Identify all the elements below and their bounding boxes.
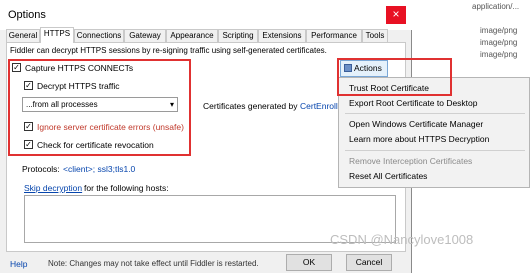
- tab-connections[interactable]: Connections: [74, 29, 124, 43]
- tab-strip: General HTTPS Connections Gateway Appear…: [6, 27, 410, 43]
- tab-performance[interactable]: Performance: [306, 29, 362, 43]
- close-button[interactable]: ×: [386, 6, 406, 24]
- tab-extensions[interactable]: Extensions: [258, 29, 306, 43]
- window-title: Options: [8, 9, 46, 21]
- skip-decryption-suffix: for the following hosts:: [84, 183, 169, 193]
- tab-scripting[interactable]: Scripting: [218, 29, 258, 43]
- restart-note: Note: Changes may not take effect until …: [48, 259, 259, 268]
- ok-button[interactable]: OK: [286, 254, 332, 271]
- tab-general[interactable]: General: [6, 29, 40, 43]
- list-item: image/png: [480, 50, 518, 59]
- tab-appearance[interactable]: Appearance: [166, 29, 218, 43]
- tab-https[interactable]: HTTPS: [40, 27, 74, 43]
- menu-item-open-cert-manager[interactable]: Open Windows Certificate Manager: [349, 119, 483, 129]
- tab-gateway[interactable]: Gateway: [124, 29, 166, 43]
- list-item: image/png: [480, 38, 518, 47]
- cancel-button[interactable]: Cancel: [346, 254, 392, 271]
- menu-item-reset-certs[interactable]: Reset All Certificates: [349, 171, 427, 181]
- menu-separator: [345, 150, 525, 151]
- highlight-box: [337, 58, 452, 96]
- menu-item-remove-certs[interactable]: Remove Interception Certificates: [349, 156, 472, 166]
- protocols-link[interactable]: <client>; ssl3;tls1.0: [63, 164, 135, 174]
- protocols-label: Protocols:: [22, 164, 60, 174]
- close-icon: ×: [392, 7, 400, 21]
- menu-item-export-root[interactable]: Export Root Certificate to Desktop: [349, 98, 478, 108]
- highlight-box: [8, 59, 191, 156]
- title-bar: Options ×: [0, 0, 412, 30]
- https-description: Fiddler can decrypt HTTPS sessions by re…: [10, 46, 327, 55]
- list-item: image/png: [480, 26, 518, 35]
- help-link[interactable]: Help: [10, 259, 27, 269]
- watermark: CSDN @Nancylove1008: [330, 232, 474, 247]
- tab-tools[interactable]: Tools: [362, 29, 388, 43]
- menu-separator: [345, 113, 525, 114]
- list-item: application/...: [472, 2, 520, 11]
- skip-decryption-link[interactable]: Skip decryption: [24, 183, 82, 193]
- certs-generated-label: Certificates generated by: [203, 101, 298, 111]
- menu-item-learn-more[interactable]: Learn more about HTTPS Decryption: [349, 134, 489, 144]
